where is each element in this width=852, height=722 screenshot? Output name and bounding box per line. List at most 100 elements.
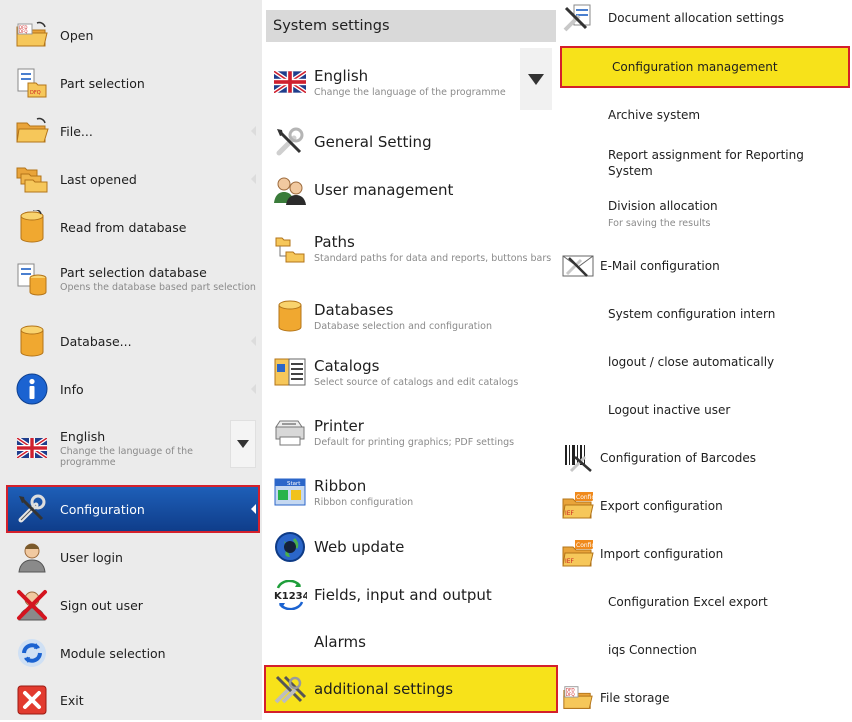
settings-item-printer-sublabel: Default for printing graphics; PDF setti… bbox=[314, 436, 515, 448]
settings-item-general-setting-label: General Setting bbox=[314, 133, 432, 151]
settings-item-printer[interactable]: Printer Default for printing graphics; P… bbox=[266, 410, 556, 454]
option-configuration-excel-export-label: Configuration Excel export bbox=[608, 595, 768, 609]
system-settings-header: System settings bbox=[266, 10, 556, 42]
settings-item-language[interactable]: English Change the language of the progr… bbox=[266, 52, 516, 112]
settings-item-web-update-label: Web update bbox=[314, 538, 405, 556]
settings-item-language-label: English bbox=[314, 66, 369, 85]
part-selection-icon: DFQ bbox=[14, 65, 50, 101]
settings-item-databases-sublabel: Database selection and configuration bbox=[314, 320, 492, 332]
menu-item-language[interactable]: English Change the language of the progr… bbox=[8, 418, 228, 478]
language-dropdown-button[interactable] bbox=[230, 420, 256, 468]
part-selection-database-icon bbox=[14, 261, 50, 297]
menu-item-database-label: Database... bbox=[60, 333, 132, 349]
logout-inactive-user-icon-slot bbox=[558, 392, 598, 428]
option-archive-system[interactable]: Archive system bbox=[558, 97, 848, 133]
menu-item-open[interactable]: DFD DFQ Open bbox=[8, 13, 258, 57]
menu-item-part-selection-database[interactable]: Part selection database Opens the databa… bbox=[8, 253, 258, 305]
option-file-storage[interactable]: DFD DFQ File storage bbox=[558, 680, 848, 716]
menu-item-module-selection-label: Module selection bbox=[60, 645, 166, 661]
settings-item-catalogs[interactable]: Catalogs Select source of catalogs and e… bbox=[266, 350, 556, 394]
printer-icon bbox=[272, 414, 308, 450]
configuration-management-icon-slot bbox=[562, 49, 602, 85]
svg-text:DFQ: DFQ bbox=[30, 90, 41, 96]
svg-text:Config: Config bbox=[576, 494, 595, 501]
menu-item-part-selection-label: Part selection bbox=[60, 75, 145, 91]
ribbon-icon: Start bbox=[272, 474, 308, 510]
uk-flag-icon bbox=[14, 430, 50, 466]
option-system-configuration-intern[interactable]: System configuration intern bbox=[558, 296, 848, 332]
menu-item-part-selection[interactable]: DFQ Part selection bbox=[8, 61, 258, 105]
option-document-allocation-settings[interactable]: Document allocation settings bbox=[558, 0, 848, 36]
menu-item-language-sublabel: Change the language of the programme bbox=[60, 445, 194, 468]
option-configuration-management[interactable]: Configuration management bbox=[560, 46, 850, 88]
menu-item-part-selection-database-label: Part selection database bbox=[60, 265, 207, 280]
option-logout-close-automatically[interactable]: logout / close automatically bbox=[558, 344, 848, 380]
refresh-icon bbox=[14, 635, 50, 671]
additional-tools-icon bbox=[272, 671, 308, 707]
option-import-configuration-label: Import configuration bbox=[600, 547, 724, 561]
option-system-configuration-intern-label: System configuration intern bbox=[608, 307, 776, 321]
users-icon bbox=[272, 172, 308, 208]
globe-icon bbox=[272, 529, 308, 565]
settings-item-fields-input-output[interactable]: K1234 Fields, input and output bbox=[266, 573, 556, 617]
menu-item-configuration-label: Configuration bbox=[60, 501, 145, 517]
option-import-configuration[interactable]: Config IEF Import configuration bbox=[558, 536, 848, 572]
settings-item-alarms[interactable]: Alarms bbox=[266, 620, 556, 664]
menu-item-exit[interactable]: Exit bbox=[8, 678, 258, 722]
configuration-options-panel: Document allocation settings Configurati… bbox=[558, 0, 852, 720]
menu-item-info[interactable]: Info bbox=[8, 367, 258, 411]
option-file-storage-label: File storage bbox=[600, 691, 670, 705]
k1234-icon: K1234 bbox=[272, 577, 308, 613]
left-menu: DFD DFQ Open DFQ Part selection File... L… bbox=[0, 0, 262, 720]
info-icon bbox=[14, 371, 50, 407]
settings-item-databases-label: Databases bbox=[314, 300, 394, 319]
option-report-assignment-label: Report assignment for Reporting System bbox=[608, 148, 804, 178]
settings-item-paths-label: Paths bbox=[314, 232, 355, 251]
settings-item-general-setting[interactable]: General Setting bbox=[266, 120, 556, 164]
menu-item-database[interactable]: Database... bbox=[8, 319, 258, 363]
svg-text:IEF: IEF bbox=[565, 558, 575, 565]
menu-item-user-login[interactable]: User login bbox=[8, 535, 258, 579]
report-assignment-icon-slot bbox=[558, 145, 598, 181]
settings-item-alarms-label: Alarms bbox=[314, 633, 366, 651]
settings-item-additional-settings-label: additional settings bbox=[314, 680, 454, 698]
menu-item-sign-out-user-label: Sign out user bbox=[60, 597, 143, 613]
chevron-left-icon bbox=[251, 174, 256, 184]
option-division-allocation-sublabel: For saving the results bbox=[608, 218, 711, 229]
settings-item-additional-settings[interactable]: additional settings bbox=[264, 665, 558, 713]
menu-item-file[interactable]: File... bbox=[8, 109, 258, 153]
settings-item-paths[interactable]: Paths Standard paths for data and report… bbox=[266, 222, 556, 274]
export-config-icon: Config IEF bbox=[558, 488, 598, 524]
menu-item-sign-out-user[interactable]: Sign out user bbox=[8, 583, 258, 627]
menu-item-part-selection-database-sublabel: Opens the database based part selection bbox=[60, 282, 256, 293]
settings-item-user-management[interactable]: User management bbox=[266, 168, 556, 212]
menu-item-read-from-database[interactable]: Read from database bbox=[8, 205, 258, 249]
option-export-configuration[interactable]: Config IEF Export configuration bbox=[558, 488, 848, 524]
settings-item-web-update[interactable]: Web update bbox=[266, 525, 556, 569]
email-tools-icon bbox=[558, 248, 598, 284]
menu-item-configuration[interactable]: Configuration bbox=[6, 485, 260, 533]
menu-item-exit-label: Exit bbox=[60, 692, 84, 708]
menu-item-open-label: Open bbox=[60, 27, 94, 43]
option-report-assignment[interactable]: Report assignment for Reporting System bbox=[558, 142, 848, 184]
menu-item-last-opened[interactable]: Last opened bbox=[8, 157, 258, 201]
settings-item-paths-sublabel: Standard paths for data and reports, but… bbox=[314, 252, 552, 264]
chevron-left-icon bbox=[251, 336, 256, 346]
option-division-allocation-label: Division allocation bbox=[608, 199, 718, 213]
menu-item-language-label: English bbox=[60, 428, 106, 444]
option-export-configuration-label: Export configuration bbox=[600, 499, 723, 513]
menu-item-module-selection[interactable]: Module selection bbox=[8, 631, 258, 675]
option-configuration-of-barcodes[interactable]: Configuration of Barcodes bbox=[558, 440, 848, 476]
language-dropdown-button[interactable] bbox=[520, 48, 552, 110]
settings-item-databases[interactable]: Databases Database selection and configu… bbox=[266, 294, 556, 338]
option-division-allocation[interactable]: Division allocation For saving the resul… bbox=[558, 192, 848, 236]
user-signout-icon bbox=[14, 587, 50, 623]
division-allocation-icon-slot bbox=[558, 196, 598, 232]
chevron-left-icon bbox=[251, 504, 256, 514]
option-logout-inactive-user[interactable]: Logout inactive user bbox=[558, 392, 848, 428]
option-email-configuration[interactable]: E-Mail configuration bbox=[558, 248, 848, 284]
option-iqs-connection[interactable]: iqs Connection bbox=[558, 632, 848, 668]
option-configuration-excel-export[interactable]: Configuration Excel export bbox=[558, 584, 848, 620]
menu-item-user-login-label: User login bbox=[60, 549, 123, 565]
settings-item-ribbon[interactable]: Start Ribbon Ribbon configuration bbox=[266, 470, 556, 514]
